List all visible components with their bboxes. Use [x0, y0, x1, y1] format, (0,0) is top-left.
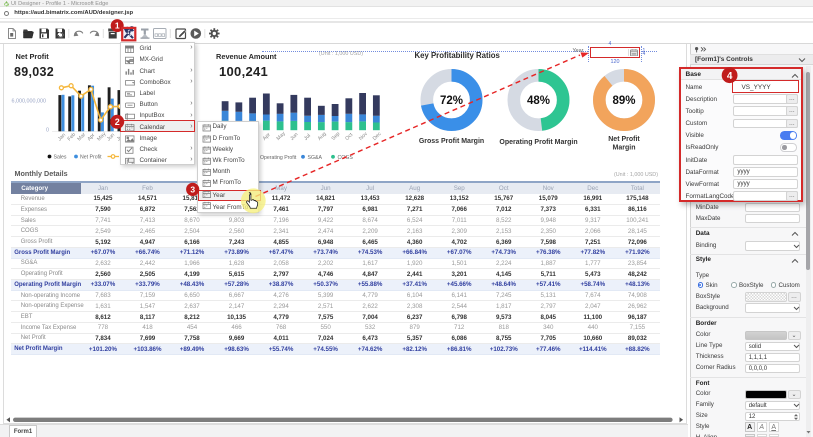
- svg-text:Operating Profit Margin: Operating Profit Margin: [499, 139, 577, 146]
- svg-text:May: May: [276, 130, 287, 141]
- svg-text:48%: 48%: [527, 95, 550, 107]
- svg-text:Gross Profit Margin: Gross Profit Margin: [419, 138, 484, 145]
- svg-text:0: 0: [46, 128, 49, 134]
- svg-text:COGS: COGS: [338, 155, 354, 161]
- svg-text:Net Profit: Net Profit: [80, 155, 102, 161]
- svg-text:Apr: Apr: [262, 132, 272, 142]
- svg-text:Sep: Sep: [331, 131, 342, 142]
- svg-text:Jun: Jun: [289, 132, 299, 142]
- svg-text:Feb: Feb: [67, 132, 78, 143]
- svg-text:72%: 72%: [440, 95, 463, 107]
- svg-text:89%: 89%: [612, 95, 635, 107]
- svg-text:Nov: Nov: [358, 131, 369, 142]
- svg-text:Dec: Dec: [372, 131, 383, 142]
- svg-text:Jan: Jan: [57, 132, 67, 142]
- svg-text:6,000,000,000: 6,000,000,000: [12, 99, 46, 105]
- svg-text:Jun: Jun: [106, 132, 116, 142]
- svg-text:Jul: Jul: [303, 133, 312, 142]
- svg-text:Margin: Margin: [613, 145, 636, 152]
- svg-text:Aug: Aug: [317, 131, 328, 142]
- svg-text:Net Profit: Net Profit: [608, 136, 640, 143]
- svg-text:SG&A: SG&A: [308, 155, 323, 161]
- svg-text:Operating Profit: Operating Profit: [260, 155, 297, 161]
- svg-text:Sales: Sales: [54, 155, 67, 161]
- svg-text:Oct: Oct: [344, 132, 354, 142]
- svg-text:May: May: [96, 131, 107, 142]
- svg-text:Mar: Mar: [76, 132, 87, 143]
- svg-text:Apr: Apr: [86, 132, 96, 142]
